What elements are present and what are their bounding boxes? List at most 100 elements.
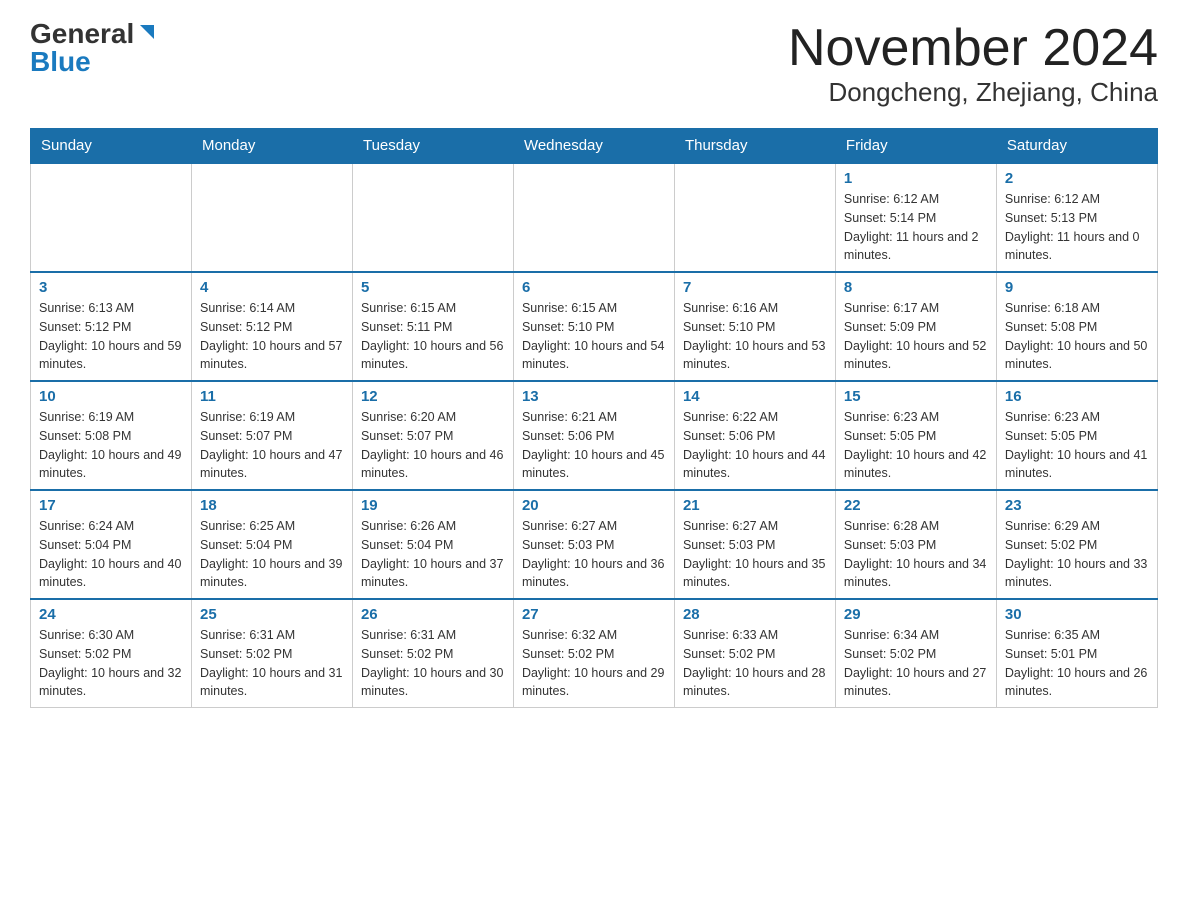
calendar-cell: 5 Sunrise: 6:15 AMSunset: 5:11 PMDaylight… (352, 272, 513, 381)
calendar-table: SundayMondayTuesdayWednesdayThursdayFrid… (30, 128, 1158, 708)
day-number: 5 (361, 279, 505, 296)
calendar-cell (352, 163, 513, 272)
day-number: 16 (1005, 388, 1149, 405)
calendar-cell: 15 Sunrise: 6:23 AMSunset: 5:05 PMDayligh… (835, 381, 996, 490)
day-info: Sunrise: 6:12 AMSunset: 5:13 PMDaylight:… (1005, 190, 1149, 265)
day-info: Sunrise: 6:22 AMSunset: 5:06 PMDaylight:… (683, 408, 827, 483)
day-info: Sunrise: 6:21 AMSunset: 5:06 PMDaylight:… (522, 408, 666, 483)
day-number: 20 (522, 497, 666, 514)
day-info: Sunrise: 6:17 AMSunset: 5:09 PMDaylight:… (844, 299, 988, 374)
day-info: Sunrise: 6:19 AMSunset: 5:08 PMDaylight:… (39, 408, 183, 483)
day-number: 7 (683, 279, 827, 296)
calendar-cell: 26 Sunrise: 6:31 AMSunset: 5:02 PMDayligh… (352, 599, 513, 708)
day-info: Sunrise: 6:13 AMSunset: 5:12 PMDaylight:… (39, 299, 183, 374)
day-number: 18 (200, 497, 344, 514)
day-number: 12 (361, 388, 505, 405)
day-number: 2 (1005, 170, 1149, 187)
day-number: 15 (844, 388, 988, 405)
page-header: General Blue November 2024 Dongcheng, Zh… (30, 20, 1158, 108)
calendar-cell: 23Sunrise: 6:29 AMSunset: 5:02 PMDayligh… (996, 490, 1157, 599)
day-info: Sunrise: 6:27 AMSunset: 5:03 PMDaylight:… (683, 517, 827, 592)
calendar-day-header: Saturday (996, 129, 1157, 164)
day-info: Sunrise: 6:14 AMSunset: 5:12 PMDaylight:… (200, 299, 344, 374)
day-number: 30 (1005, 606, 1149, 623)
day-number: 23 (1005, 497, 1149, 514)
day-info: Sunrise: 6:20 AMSunset: 5:07 PMDaylight:… (361, 408, 505, 483)
day-info: Sunrise: 6:30 AMSunset: 5:02 PMDaylight:… (39, 626, 183, 701)
day-number: 27 (522, 606, 666, 623)
calendar-cell: 25 Sunrise: 6:31 AMSunset: 5:02 PMDayligh… (191, 599, 352, 708)
day-info: Sunrise: 6:31 AMSunset: 5:02 PMDaylight:… (200, 626, 344, 701)
calendar-cell: 4Sunrise: 6:14 AMSunset: 5:12 PMDaylight… (191, 272, 352, 381)
calendar-cell: 21 Sunrise: 6:27 AMSunset: 5:03 PMDayligh… (674, 490, 835, 599)
logo-general-text: General (30, 20, 134, 48)
day-number: 8 (844, 279, 988, 296)
calendar-cell (191, 163, 352, 272)
calendar-day-header: Thursday (674, 129, 835, 164)
day-number: 19 (361, 497, 505, 514)
day-info: Sunrise: 6:34 AMSunset: 5:02 PMDaylight:… (844, 626, 988, 701)
day-info: Sunrise: 6:32 AMSunset: 5:02 PMDaylight:… (522, 626, 666, 701)
calendar-cell: 30Sunrise: 6:35 AMSunset: 5:01 PMDayligh… (996, 599, 1157, 708)
day-info: Sunrise: 6:33 AMSunset: 5:02 PMDaylight:… (683, 626, 827, 701)
day-number: 11 (200, 388, 344, 405)
day-info: Sunrise: 6:18 AMSunset: 5:08 PMDaylight:… (1005, 299, 1149, 374)
day-number: 21 (683, 497, 827, 514)
calendar-cell: 11 Sunrise: 6:19 AMSunset: 5:07 PMDayligh… (191, 381, 352, 490)
day-info: Sunrise: 6:26 AMSunset: 5:04 PMDaylight:… (361, 517, 505, 592)
calendar-cell: 8 Sunrise: 6:17 AMSunset: 5:09 PMDaylight… (835, 272, 996, 381)
day-info: Sunrise: 6:15 AMSunset: 5:10 PMDaylight:… (522, 299, 666, 374)
day-number: 28 (683, 606, 827, 623)
day-number: 10 (39, 388, 183, 405)
title-block: November 2024 Dongcheng, Zhejiang, China (788, 20, 1158, 108)
calendar-cell: 3 Sunrise: 6:13 AMSunset: 5:12 PMDaylight… (31, 272, 192, 381)
day-info: Sunrise: 6:12 AMSunset: 5:14 PMDaylight:… (844, 190, 988, 265)
day-info: Sunrise: 6:16 AMSunset: 5:10 PMDaylight:… (683, 299, 827, 374)
day-number: 1 (844, 170, 988, 187)
day-number: 24 (39, 606, 183, 623)
calendar-cell: 7 Sunrise: 6:16 AMSunset: 5:10 PMDaylight… (674, 272, 835, 381)
calendar-cell: 29 Sunrise: 6:34 AMSunset: 5:02 PMDayligh… (835, 599, 996, 708)
day-number: 3 (39, 279, 183, 296)
calendar-cell: 6 Sunrise: 6:15 AMSunset: 5:10 PMDaylight… (513, 272, 674, 381)
calendar-day-header: Wednesday (513, 129, 674, 164)
calendar-cell: 9Sunrise: 6:18 AMSunset: 5:08 PMDaylight… (996, 272, 1157, 381)
calendar-cell: 22Sunrise: 6:28 AMSunset: 5:03 PMDayligh… (835, 490, 996, 599)
day-number: 25 (200, 606, 344, 623)
logo: General Blue (30, 20, 158, 76)
calendar-day-header: Monday (191, 129, 352, 164)
calendar-cell: 2 Sunrise: 6:12 AMSunset: 5:13 PMDaylight… (996, 163, 1157, 272)
day-number: 29 (844, 606, 988, 623)
calendar-cell: 14 Sunrise: 6:22 AMSunset: 5:06 PMDayligh… (674, 381, 835, 490)
logo-triangle-icon (136, 21, 158, 43)
day-info: Sunrise: 6:15 AMSunset: 5:11 PMDaylight:… (361, 299, 505, 374)
day-info: Sunrise: 6:23 AMSunset: 5:05 PMDaylight:… (844, 408, 988, 483)
calendar-cell (31, 163, 192, 272)
calendar-cell: 20 Sunrise: 6:27 AMSunset: 5:03 PMDayligh… (513, 490, 674, 599)
calendar-cell (513, 163, 674, 272)
calendar-cell: 13Sunrise: 6:21 AMSunset: 5:06 PMDayligh… (513, 381, 674, 490)
day-info: Sunrise: 6:31 AMSunset: 5:02 PMDaylight:… (361, 626, 505, 701)
day-number: 6 (522, 279, 666, 296)
day-number: 22 (844, 497, 988, 514)
day-number: 17 (39, 497, 183, 514)
calendar-day-header: Tuesday (352, 129, 513, 164)
day-info: Sunrise: 6:27 AMSunset: 5:03 PMDaylight:… (522, 517, 666, 592)
calendar-header-row: SundayMondayTuesdayWednesdayThursdayFrid… (31, 129, 1158, 164)
day-info: Sunrise: 6:19 AMSunset: 5:07 PMDaylight:… (200, 408, 344, 483)
calendar-week-row: 17Sunrise: 6:24 AMSunset: 5:04 PMDayligh… (31, 490, 1158, 599)
calendar-day-header: Sunday (31, 129, 192, 164)
day-number: 26 (361, 606, 505, 623)
calendar-cell: 18 Sunrise: 6:25 AMSunset: 5:04 PMDayligh… (191, 490, 352, 599)
day-info: Sunrise: 6:25 AMSunset: 5:04 PMDaylight:… (200, 517, 344, 592)
calendar-week-row: 1 Sunrise: 6:12 AMSunset: 5:14 PMDaylight… (31, 163, 1158, 272)
calendar-cell: 19 Sunrise: 6:26 AMSunset: 5:04 PMDayligh… (352, 490, 513, 599)
calendar-cell: 24 Sunrise: 6:30 AMSunset: 5:02 PMDayligh… (31, 599, 192, 708)
day-number: 14 (683, 388, 827, 405)
page-title: November 2024 (788, 20, 1158, 77)
calendar-cell: 27 Sunrise: 6:32 AMSunset: 5:02 PMDayligh… (513, 599, 674, 708)
logo-blue-text: Blue (30, 48, 91, 76)
calendar-day-header: Friday (835, 129, 996, 164)
calendar-cell: 1 Sunrise: 6:12 AMSunset: 5:14 PMDaylight… (835, 163, 996, 272)
calendar-week-row: 24 Sunrise: 6:30 AMSunset: 5:02 PMDayligh… (31, 599, 1158, 708)
